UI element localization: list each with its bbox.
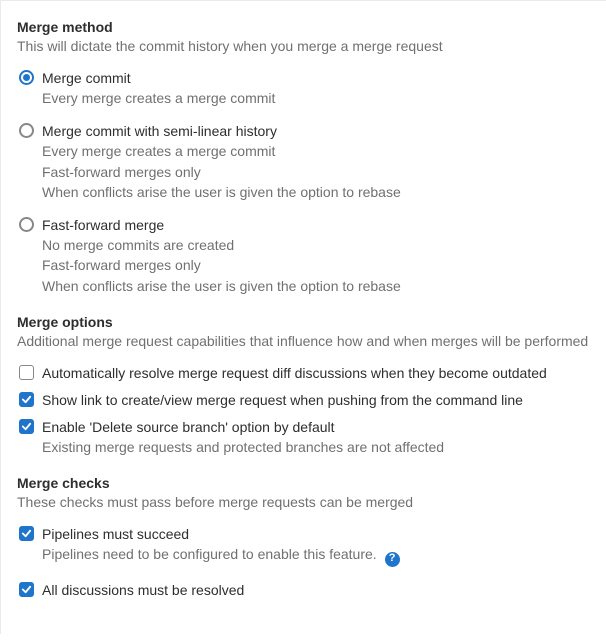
merge-options-desc: Additional merge request capabilities th…: [17, 332, 590, 350]
merge-checks-item-0: Pipelines must succeed Pipelines need to…: [17, 525, 590, 566]
checkbox-show-link[interactable]: [19, 392, 34, 407]
merge-options-item-2: Enable 'Delete source branch' option by …: [17, 418, 590, 457]
checkbox-pipelines-succeed[interactable]: [19, 526, 34, 541]
radio-fast-forward[interactable]: [19, 217, 34, 232]
merge-checks-title: Merge checks: [17, 475, 590, 491]
checkbox-delete-branch[interactable]: [19, 419, 34, 434]
merge-method-option-2: Fast-forward merge No merge commits are …: [17, 216, 590, 296]
merge-method-option-0: Merge commit Every merge creates a merge…: [17, 69, 590, 108]
merge-options-item-1-label: Show link to create/view merge request w…: [42, 391, 590, 410]
merge-checks-item-1-label: All discussions must be resolved: [42, 581, 590, 600]
merge-options-item-2-sub-0: Existing merge requests and protected br…: [42, 437, 590, 457]
merge-method-option-1-sub-2: When conflicts arise the user is given t…: [42, 182, 590, 202]
merge-checks-item-0-sub: Pipelines need to be configured to enabl…: [42, 546, 400, 562]
merge-method-option-2-sub-2: When conflicts arise the user is given t…: [42, 276, 590, 296]
merge-method-option-1-sub-0: Every merge creates a merge commit: [42, 141, 590, 161]
merge-method-title: Merge method: [17, 19, 590, 35]
merge-method-option-0-sub-0: Every merge creates a merge commit: [42, 88, 590, 108]
merge-checks-item-1: All discussions must be resolved: [17, 581, 590, 600]
merge-options-title: Merge options: [17, 314, 590, 330]
merge-method-option-1: Merge commit with semi-linear history Ev…: [17, 122, 590, 202]
merge-checks-item-0-label: Pipelines must succeed: [42, 525, 590, 544]
merge-method-option-1-sub-1: Fast-forward merges only: [42, 162, 590, 182]
merge-method-desc: This will dictate the commit history whe…: [17, 37, 590, 55]
merge-method-option-2-sub-1: Fast-forward merges only: [42, 255, 590, 275]
radio-semi-linear[interactable]: [19, 123, 34, 138]
checkbox-auto-resolve[interactable]: [19, 365, 34, 380]
merge-options-item-2-label: Enable 'Delete source branch' option by …: [42, 418, 590, 437]
merge-checks-desc: These checks must pass before merge requ…: [17, 493, 590, 511]
checkbox-discussions-resolved[interactable]: [19, 582, 34, 597]
radio-merge-commit[interactable]: [19, 70, 34, 85]
merge-method-option-1-label: Merge commit with semi-linear history: [42, 122, 590, 141]
merge-method-option-2-label: Fast-forward merge: [42, 216, 590, 235]
help-icon[interactable]: ?: [385, 552, 400, 567]
merge-checks-item-0-sub-0: Pipelines need to be configured to enabl…: [42, 546, 377, 562]
merge-options-item-0-label: Automatically resolve merge request diff…: [42, 364, 590, 383]
merge-method-option-2-sub-0: No merge commits are created: [42, 235, 590, 255]
merge-options-item-0: Automatically resolve merge request diff…: [17, 364, 590, 383]
merge-options-item-1: Show link to create/view merge request w…: [17, 391, 590, 410]
merge-method-option-0-label: Merge commit: [42, 69, 590, 88]
